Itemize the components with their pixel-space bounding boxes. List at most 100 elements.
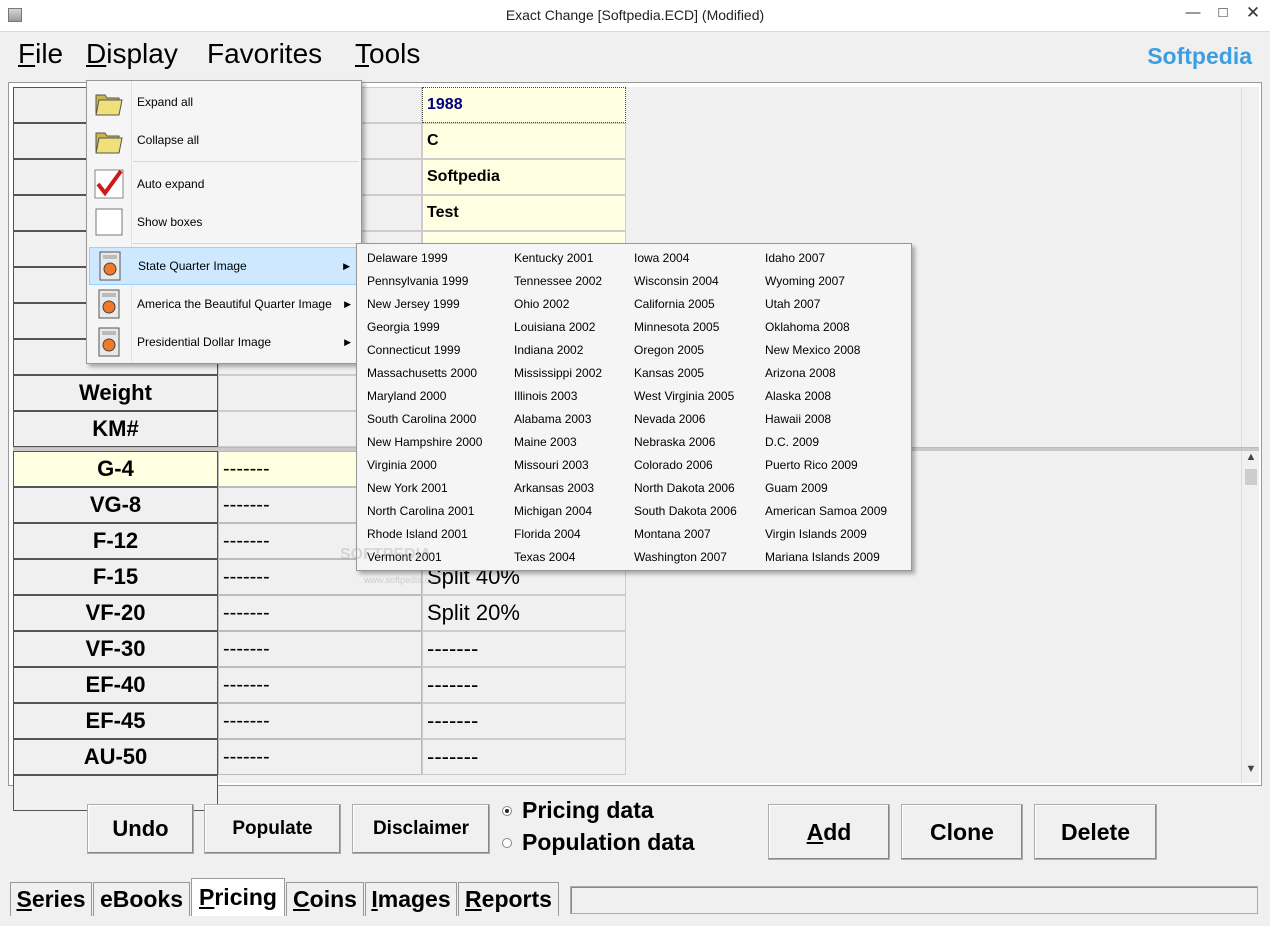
scroll-thumb[interactable] [1245,469,1257,485]
state-quarter-item[interactable]: American Samoa 2009 [765,502,887,525]
grade-note[interactable]: ------- [422,703,626,739]
state-quarter-item[interactable]: North Dakota 2006 [634,479,737,502]
menu-file[interactable]: File [18,38,63,70]
state-quarter-item[interactable]: California 2005 [634,295,737,318]
grade-label[interactable]: VF-20 [13,595,218,631]
state-quarter-item[interactable]: Montana 2007 [634,525,737,548]
detail-value[interactable]: 1988 [422,87,626,123]
menu-item-collapse-all[interactable]: Collapse all [89,121,359,159]
state-quarter-item[interactable]: New York 2001 [367,479,482,502]
menu-favorites[interactable]: Favorites [207,38,322,70]
grade-label[interactable]: VG-8 [13,487,218,523]
detail-value[interactable]: Test [422,195,626,231]
detail-value[interactable]: Softpedia [422,159,626,195]
menu-item-america-the-beautiful-quarter-image[interactable]: America the Beautiful Quarter Image ▶ [89,285,359,323]
state-quarter-item[interactable]: Illinois 2003 [514,387,602,410]
grade-price[interactable]: ------- [218,739,422,775]
menu-tools[interactable]: Tools [355,38,420,70]
state-quarter-item[interactable]: Maryland 2000 [367,387,482,410]
state-quarter-item[interactable]: Indiana 2002 [514,341,602,364]
menu-item-presidential-dollar-image[interactable]: Presidential Dollar Image ▶ [89,323,359,361]
state-quarter-item[interactable]: Ohio 2002 [514,295,602,318]
details-scrollbar[interactable] [1241,87,1259,447]
state-quarter-item[interactable]: New Hampshire 2000 [367,433,482,456]
pricing-data-radio[interactable]: Pricing data [502,797,654,824]
state-quarter-item[interactable]: South Dakota 2006 [634,502,737,525]
maximize-icon[interactable]: □ [1208,0,1238,28]
state-quarter-item[interactable]: Washington 2007 [634,548,737,571]
state-quarter-item[interactable]: Connecticut 1999 [367,341,482,364]
grade-price[interactable]: ------- [218,595,422,631]
grade-note[interactable]: ------- [422,739,626,775]
state-quarter-item[interactable]: Oklahoma 2008 [765,318,887,341]
grade-label[interactable]: F-15 [13,559,218,595]
tab-coins[interactable]: Coins [286,882,364,916]
grade-note[interactable]: Split 20% [422,595,626,631]
populate-button[interactable]: Populate [204,804,341,854]
state-quarter-item[interactable]: Idaho 2007 [765,249,887,272]
state-quarter-item[interactable]: Massachusetts 2000 [367,364,482,387]
state-quarter-item[interactable]: Texas 2004 [514,548,602,571]
scroll-up-icon[interactable]: ▲ [1242,451,1260,463]
tab-reports[interactable]: Reports [458,882,559,916]
state-quarter-item[interactable]: Michigan 2004 [514,502,602,525]
pricing-scrollbar[interactable]: ▲ ▼ [1241,451,1259,783]
state-quarter-item[interactable]: Wyoming 2007 [765,272,887,295]
grade-price[interactable]: ------- [218,631,422,667]
close-icon[interactable]: ✕ [1236,0,1270,28]
grade-note[interactable]: ------- [422,631,626,667]
state-quarter-item[interactable]: Mississippi 2002 [514,364,602,387]
minimize-icon[interactable]: — [1178,0,1208,28]
state-quarter-item[interactable]: North Carolina 2001 [367,502,482,525]
state-quarter-item[interactable]: Alaska 2008 [765,387,887,410]
state-quarter-item[interactable]: Alabama 2003 [514,410,602,433]
state-quarter-item[interactable]: New Mexico 2008 [765,341,887,364]
tab-images[interactable]: Images [365,882,457,916]
menu-display[interactable]: Display [86,38,178,70]
grade-note[interactable]: ------- [422,667,626,703]
state-quarter-item[interactable]: Rhode Island 2001 [367,525,482,548]
state-quarter-item[interactable]: Georgia 1999 [367,318,482,341]
menu-item-auto-expand[interactable]: Auto expand [89,165,359,203]
detail-value[interactable]: C [422,123,626,159]
state-quarter-item[interactable]: Hawaii 2008 [765,410,887,433]
state-quarter-item[interactable]: Pennsylvania 1999 [367,272,482,295]
state-quarter-item[interactable]: Mariana Islands 2009 [765,548,887,571]
state-quarter-item[interactable]: Kentucky 2001 [514,249,602,272]
clone-button[interactable]: Clone [901,804,1023,860]
state-quarter-item[interactable]: South Carolina 2000 [367,410,482,433]
grade-label[interactable]: F-12 [13,523,218,559]
state-quarter-item[interactable]: Delaware 1999 [367,249,482,272]
delete-button[interactable]: Delete [1034,804,1157,860]
disclaimer-button[interactable]: Disclaimer [352,804,490,854]
state-quarter-item[interactable]: Guam 2009 [765,479,887,502]
state-quarter-item[interactable]: Nevada 2006 [634,410,737,433]
state-quarter-item[interactable]: New Jersey 1999 [367,295,482,318]
grade-label[interactable]: AU-50 [13,739,218,775]
grade-price[interactable]: ------- [218,703,422,739]
tab-pricing[interactable]: Pricing [191,878,285,916]
state-quarter-item[interactable]: Florida 2004 [514,525,602,548]
state-quarter-item[interactable]: D.C. 2009 [765,433,887,456]
state-quarter-item[interactable]: Nebraska 2006 [634,433,737,456]
state-quarter-item[interactable]: Iowa 2004 [634,249,737,272]
state-quarter-item[interactable]: Missouri 2003 [514,456,602,479]
menu-item-expand-all[interactable]: Expand all [89,83,359,121]
state-quarter-item[interactable]: Arkansas 2003 [514,479,602,502]
state-quarter-item[interactable]: Wisconsin 2004 [634,272,737,295]
scroll-down-icon[interactable]: ▼ [1242,763,1260,775]
state-quarter-item[interactable]: Minnesota 2005 [634,318,737,341]
tab-series[interactable]: Series [10,882,92,916]
grade-label[interactable]: VF-30 [13,631,218,667]
grade-label[interactable]: EF-40 [13,667,218,703]
tab-ebooks[interactable]: eBooks [93,882,190,916]
state-quarter-item[interactable]: Oregon 2005 [634,341,737,364]
grade-price[interactable]: ------- [218,667,422,703]
state-quarter-item[interactable]: Maine 2003 [514,433,602,456]
state-quarter-item[interactable]: Puerto Rico 2009 [765,456,887,479]
state-quarter-item[interactable]: Arizona 2008 [765,364,887,387]
state-quarter-item[interactable]: West Virginia 2005 [634,387,737,410]
menu-item-show-boxes[interactable]: Show boxes [89,203,359,241]
state-quarter-item[interactable]: Virginia 2000 [367,456,482,479]
menu-item-state-quarter-image[interactable]: State Quarter Image ▶ [89,247,359,285]
